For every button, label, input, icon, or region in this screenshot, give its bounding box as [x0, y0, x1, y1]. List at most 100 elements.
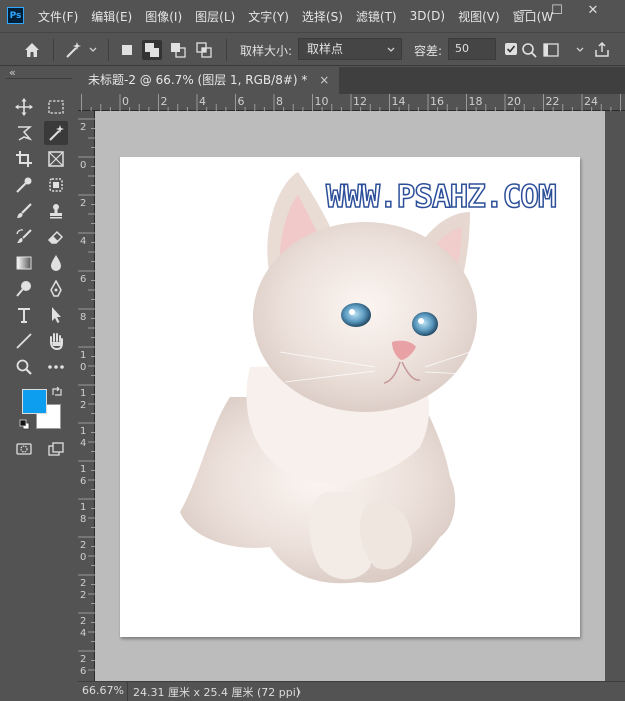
quick-mask-icon[interactable] — [12, 437, 36, 461]
pen-tool-icon[interactable] — [44, 277, 68, 301]
menu-image[interactable]: 图像(I) — [145, 8, 182, 25]
share-icon[interactable] — [592, 40, 612, 60]
ruler-label: 1 2 — [80, 388, 87, 411]
menu-select[interactable]: 选择(S) — [302, 8, 343, 25]
ruler-label: 4 — [199, 95, 206, 108]
ruler-label: 6 — [80, 274, 87, 285]
document-tab-title: 未标题-2 @ 66.7% (图层 1, RGB/8#) * — [88, 73, 308, 87]
magic-wand-icon[interactable] — [63, 40, 83, 60]
gradient-tool-icon[interactable] — [12, 251, 36, 275]
menu-items: 文件(F) 编辑(E) 图像(I) 图层(L) 文字(Y) 选择(S) 滤镜(T… — [38, 0, 566, 32]
hand-tool-icon[interactable] — [44, 329, 68, 353]
ruler-label: 2 6 — [80, 654, 87, 677]
kitten-image — [180, 172, 491, 584]
tools-panel: « — [0, 66, 78, 701]
tolerance-input[interactable]: 50 — [448, 38, 496, 60]
eraser-tool-icon[interactable] — [44, 225, 68, 249]
grip — [6, 78, 72, 81]
document-tab-bar: 未标题-2 @ 66.7% (图层 1, RGB/8#) * × — [78, 67, 625, 94]
zoom-level[interactable]: 66.67% — [82, 684, 124, 697]
workspace-icon[interactable] — [541, 40, 561, 60]
stamp-tool-icon[interactable] — [44, 199, 68, 223]
home-icon[interactable] — [22, 40, 42, 60]
sample-size-value: 取样点 — [307, 42, 344, 56]
separator — [53, 39, 54, 61]
ruler-label: 2 2 — [80, 578, 87, 601]
intersect-selection-icon[interactable] — [194, 40, 214, 60]
ruler-label: 20 — [507, 95, 521, 108]
document-canvas[interactable]: WWW.PSAHZ.COM — [120, 157, 580, 637]
separator — [108, 39, 109, 61]
menu-type[interactable]: 文字(Y) — [248, 8, 289, 25]
chevron-down-icon[interactable] — [575, 44, 585, 58]
ruler-label: 8 — [276, 95, 283, 108]
spot-healing-tool-icon[interactable] — [44, 173, 68, 197]
marquee-tool-icon[interactable] — [44, 95, 68, 119]
close-tab-icon[interactable]: × — [319, 73, 329, 87]
menu-edit[interactable]: 编辑(E) — [91, 8, 132, 25]
options-bar: 取样大小: 取样点 容差: 50 — [0, 32, 625, 66]
search-icon[interactable] — [519, 40, 539, 60]
ruler-label: 0 — [80, 160, 87, 171]
anti-alias-checkbox[interactable] — [505, 43, 517, 55]
status-bar: 66.67% 24.31 厘米 x 25.4 厘米 (72 ppi) 〉 — [78, 681, 625, 701]
separator — [226, 39, 227, 61]
ruler-label: 10 — [314, 95, 329, 108]
add-to-selection-icon[interactable] — [142, 40, 162, 60]
horizontal-ruler: 0 2 4 6 8 10 12 14 16 18 20 22 24 — [78, 94, 625, 111]
ruler-label: 0 — [122, 95, 129, 108]
vertical-ruler: 2 0 2 4 6 8 1 0 1 2 1 4 1 6 1 8 2 0 2 2 2 4 2 6 — [78, 111, 95, 681]
new-selection-icon[interactable] — [117, 40, 137, 60]
ruler-label: 2 — [80, 198, 87, 209]
line-tool-icon[interactable] — [12, 329, 36, 353]
sample-size-dropdown[interactable]: 取样点 — [298, 38, 402, 60]
ruler-label: 6 — [237, 95, 245, 108]
dodge-tool-icon[interactable] — [12, 277, 36, 301]
ruler-label: 2 — [80, 122, 87, 133]
chevron-down-icon[interactable] — [88, 44, 98, 58]
ruler-label: 14 — [391, 95, 406, 108]
menu-layer[interactable]: 图层(L) — [195, 8, 235, 25]
swap-colors-icon[interactable] — [51, 386, 63, 401]
crop-tool-icon[interactable] — [12, 147, 36, 171]
minimize-button[interactable]: — — [511, 0, 541, 24]
history-brush-tool-icon[interactable] — [12, 225, 36, 249]
magic-wand-tool-icon[interactable] — [44, 121, 68, 145]
watermark-text: WWW.PSAHZ.COM — [325, 178, 557, 216]
menu-3d[interactable]: 3D(D) — [410, 9, 445, 23]
default-colors-icon[interactable] — [19, 419, 31, 434]
screen-mode-icon[interactable] — [44, 437, 68, 461]
ruler-label: 2 — [160, 95, 168, 108]
document-tab[interactable]: 未标题-2 @ 66.7% (图层 1, RGB/8#) * × — [78, 67, 340, 94]
foreground-color-swatch[interactable] — [22, 389, 47, 414]
vertical-scrollbar[interactable] — [605, 111, 625, 681]
path-selection-tool-icon[interactable] — [44, 303, 68, 327]
status-menu-arrow[interactable]: 〉 — [296, 684, 307, 700]
sample-size-label: 取样大小: — [240, 44, 293, 58]
blur-tool-icon[interactable] — [44, 251, 68, 275]
maximize-button[interactable]: ☐ — [542, 0, 572, 24]
move-tool-icon[interactable] — [12, 95, 36, 119]
type-tool-icon[interactable] — [12, 303, 36, 327]
ruler-label: 1 6 — [80, 464, 87, 487]
menu-filter[interactable]: 滤镜(T) — [356, 8, 397, 25]
menu-file[interactable]: 文件(F) — [38, 8, 78, 25]
chevron-down-icon — [387, 47, 395, 52]
lasso-tool-icon[interactable] — [12, 121, 36, 145]
ruler-label: 1 8 — [80, 502, 87, 525]
menu-view[interactable]: 视图(V) — [458, 8, 500, 25]
zoom-tool-icon[interactable] — [12, 355, 36, 379]
frame-tool-icon[interactable] — [44, 147, 68, 171]
ruler-label: 22 — [545, 95, 560, 108]
close-button[interactable]: ✕ — [578, 0, 608, 24]
document-info: 24.31 厘米 x 25.4 厘米 (72 ppi) — [133, 686, 301, 699]
brush-tool-icon[interactable] — [12, 199, 36, 223]
ruler-label: 8 — [80, 312, 87, 323]
ruler-label: 24 — [584, 95, 598, 108]
eyedropper-tool-icon[interactable] — [12, 173, 36, 197]
separator — [127, 682, 128, 701]
ruler-label: 1 0 — [80, 350, 87, 373]
more-tools-icon[interactable] — [44, 355, 68, 379]
tolerance-label: 容差: — [414, 44, 443, 58]
subtract-selection-icon[interactable] — [168, 40, 188, 60]
